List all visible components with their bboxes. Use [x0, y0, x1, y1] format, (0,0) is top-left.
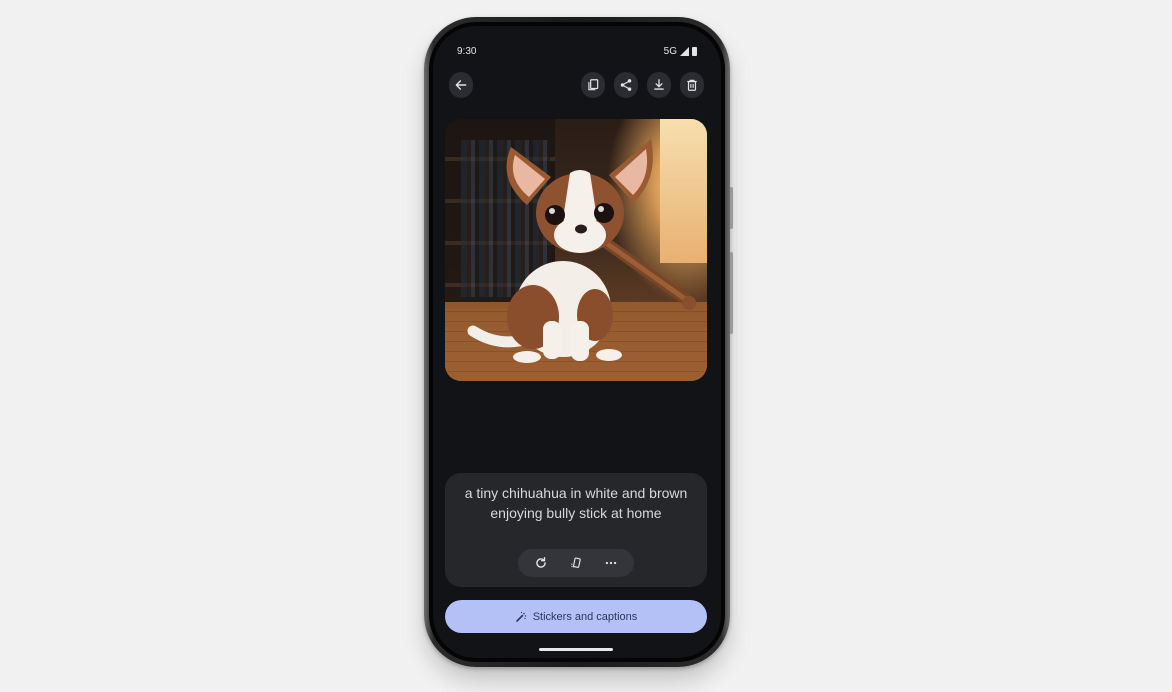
- stickers-and-captions-button[interactable]: Stickers and captions: [445, 600, 707, 633]
- phone-rotate-icon: [571, 557, 581, 569]
- share-button[interactable]: [614, 72, 638, 98]
- stickers-button-label: Stickers and captions: [532, 610, 638, 623]
- magic-wand-icon: [515, 611, 526, 622]
- prompt-actions: [518, 549, 634, 577]
- arrow-left-icon: [455, 80, 467, 90]
- copy-button[interactable]: [581, 72, 605, 98]
- status-bar: 9:30 5G: [457, 44, 697, 58]
- top-toolbar: [449, 72, 705, 98]
- status-indicators: 5G: [664, 46, 697, 57]
- network-label: 5G: [663, 45, 677, 57]
- phone-device: 9:30 5G a tiny chihuahua in white and br…: [424, 17, 733, 667]
- signal-icon: [680, 46, 689, 56]
- phone-screen: 9:30 5G a tiny chihuahua in white and br…: [433, 26, 721, 658]
- volume-button: [730, 252, 733, 334]
- home-indicator[interactable]: [539, 648, 613, 651]
- download-icon: [654, 79, 664, 90]
- set-wallpaper-button[interactable]: [565, 552, 587, 574]
- delete-icon: [687, 79, 697, 91]
- copy-icon: [588, 79, 599, 91]
- status-time: 9:30: [457, 45, 477, 57]
- share-icon: [620, 79, 632, 91]
- generated-image[interactable]: [445, 119, 707, 381]
- refresh-icon: [536, 557, 547, 568]
- prompt-text: a tiny chihuahua in white and brown enjo…: [464, 485, 688, 521]
- battery-icon: [692, 46, 697, 56]
- more-button[interactable]: [600, 552, 622, 574]
- back-button[interactable]: [449, 72, 473, 98]
- prompt-card: a tiny chihuahua in white and brown enjo…: [445, 473, 707, 587]
- phone-bezel: 9:30 5G a tiny chihuahua in white and br…: [429, 22, 725, 662]
- chihuahua-illustration: [467, 139, 696, 363]
- regenerate-button[interactable]: [530, 552, 552, 574]
- download-button[interactable]: [647, 72, 671, 98]
- power-button: [730, 187, 733, 229]
- delete-button[interactable]: [680, 72, 704, 98]
- more-horizontal-icon: [605, 561, 616, 565]
